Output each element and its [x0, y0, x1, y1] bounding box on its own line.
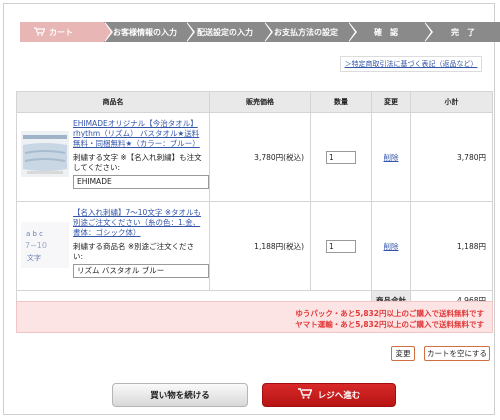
step-label: カート — [49, 27, 73, 37]
embroidery-product-input[interactable]: リズム バスタオル ブルー — [73, 264, 209, 278]
table-header-row: 商品名 販売価格 数量 変更 小計 — [16, 91, 493, 113]
continue-shopping-button[interactable]: 買い物を続ける — [112, 383, 248, 407]
cart-icon — [34, 26, 46, 38]
delete-link[interactable]: 削除 — [371, 201, 411, 291]
quantity-input[interactable]: 1 — [326, 150, 356, 164]
step-shipping: 配送設定の入力 — [186, 22, 273, 42]
checkout-steps: カート お客様情報の入力 配送設定の入力 お支払方法の設定 確 認 完 了 — [20, 22, 500, 42]
cart-page: カート お客様情報の入力 配送設定の入力 お支払方法の設定 確 認 完 了 ＞特… — [3, 3, 500, 415]
shipping-notice: ゆうパック・あと5,832円以上のご購入で送料無料です ヤマト運輸・あと5,83… — [16, 301, 493, 333]
step-payment: お支払方法の設定 — [264, 22, 357, 42]
empty-cart-button[interactable]: カートを空にする — [424, 346, 490, 361]
qty-cell: 1 — [310, 112, 372, 202]
product-name-link[interactable]: EHIMADEオリジナル【今治タオル】rhythm（リズム） バスタオル★送料無… — [73, 119, 203, 149]
table-row: a b c 7~10 文字 【名入れ刺繍】7～10文字 ※タオルも別途ご注文くだ… — [16, 201, 493, 291]
step-label: 完 了 — [451, 27, 475, 37]
product-cell: a b c 7~10 文字 【名入れ刺繍】7～10文字 ※タオルも別途ご注文くだ… — [16, 201, 210, 291]
svg-text:7~10: 7~10 — [25, 241, 47, 250]
checkout-button[interactable]: レジへ進む — [262, 383, 396, 407]
step-confirm: 確 認 — [348, 22, 433, 42]
subtotal-cell: 3,780円 — [410, 112, 493, 202]
legal-notice-link[interactable]: ＞特定商取引法に基づく表記（返品など） — [340, 56, 482, 72]
quantity-input[interactable]: 1 — [326, 239, 356, 253]
towel-image[interactable] — [21, 131, 69, 177]
header-price: 販売価格 — [209, 91, 311, 113]
shipping-notice-yupack: ゆうパック・あと5,832円以上のご購入で送料無料です — [295, 309, 484, 318]
cart-table: 商品名 販売価格 数量 変更 小計 EHIMADEオリジナル【今治タオル】rhy… — [16, 91, 493, 310]
checkout-label: レジへ進む — [317, 391, 361, 401]
svg-text:a b c: a b c — [26, 230, 43, 238]
header-name: 商品名 — [16, 91, 210, 113]
table-row: EHIMADEオリジナル【今治タオル】rhythm（リズム） バスタオル★送料無… — [16, 112, 493, 202]
product-name-link[interactable]: 【名入れ刺繍】7～10文字 ※タオルも別途ご注文ください（糸の色：1.金、書体：… — [73, 208, 203, 238]
cart-icon — [297, 388, 313, 402]
step-label: 確 認 — [374, 27, 398, 37]
header-qty: 数量 — [310, 91, 372, 113]
step-label: 配送設定の入力 — [197, 27, 253, 37]
continue-shopping-label: 買い物を続ける — [150, 391, 210, 401]
step-label: お客様情報の入力 — [113, 27, 177, 37]
delete-link[interactable]: 削除 — [371, 112, 411, 202]
qty-cell: 1 — [310, 201, 372, 291]
step-cart: カート — [20, 22, 113, 42]
shipping-notice-yamato: ヤマト運輸・あと5,832円以上のご購入で送料無料です — [295, 320, 484, 329]
step-label: お支払方法の設定 — [274, 27, 338, 37]
embroidery-image[interactable]: a b c 7~10 文字 — [21, 222, 69, 268]
header-subtotal: 小計 — [410, 91, 493, 113]
embroidery-note: 刺繍する商品名 ※別途ご注文ください: — [73, 242, 195, 261]
update-button[interactable]: 変更 — [391, 346, 415, 361]
price-cell: 1,188円(税込) — [209, 201, 311, 291]
price-cell: 3,780円(税込) — [209, 112, 311, 202]
embroidery-text-input[interactable]: EHIMADE — [73, 175, 209, 189]
header-change: 変更 — [371, 91, 411, 113]
subtotal-cell: 1,188円 — [410, 201, 493, 291]
step-customer-info: お客様情報の入力 — [104, 22, 195, 42]
svg-text:文字: 文字 — [27, 253, 41, 262]
step-complete: 完 了 — [424, 22, 500, 42]
product-cell: EHIMADEオリジナル【今治タオル】rhythm（リズム） バスタオル★送料無… — [16, 112, 210, 202]
embroidery-note: 刺繍する文字 ※【名入れ刺繍】も注文してください: — [73, 153, 202, 172]
